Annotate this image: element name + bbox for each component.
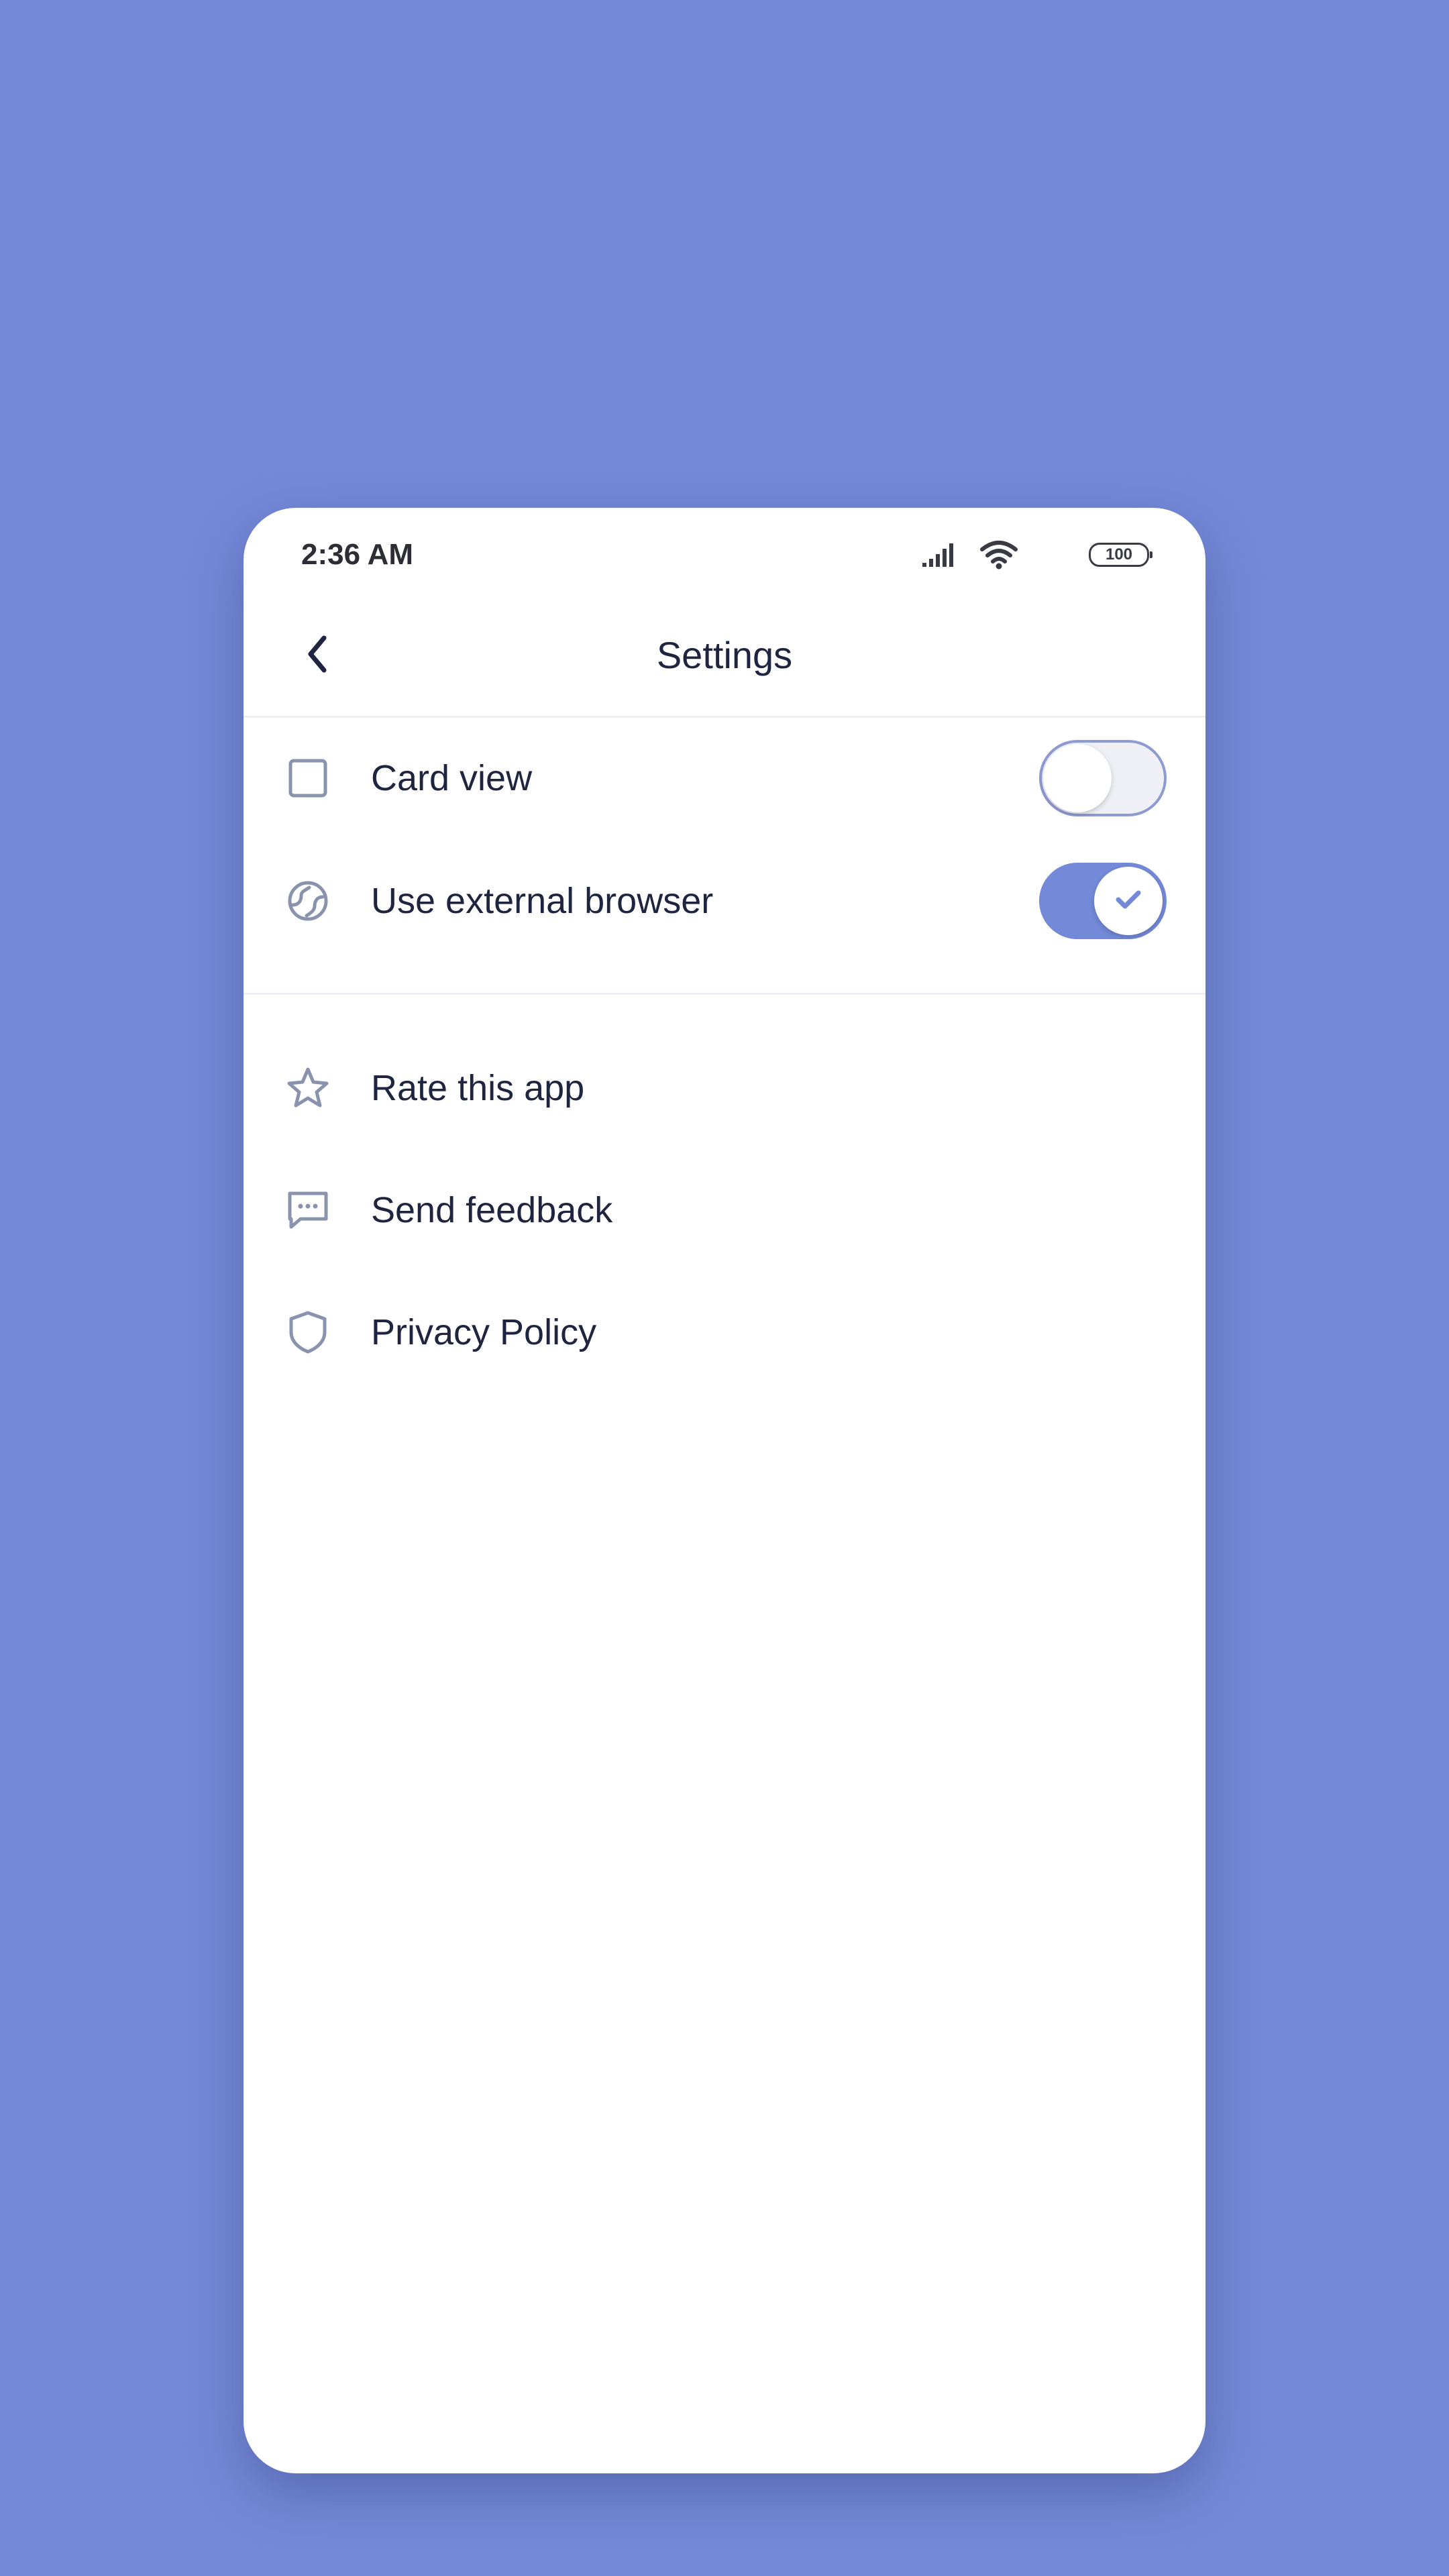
card-view-toggle[interactable] — [1039, 740, 1167, 816]
toggle-knob — [1094, 867, 1163, 935]
battery-icon: 100 — [1089, 543, 1152, 567]
status-icons: 100 — [867, 539, 1152, 573]
link-send-feedback[interactable]: Send feedback — [244, 1150, 1205, 1271]
link-rate-app[interactable]: Rate this app — [244, 1028, 1205, 1148]
status-time: 2:36 AM — [301, 538, 414, 571]
setting-card-view[interactable]: Card view — [244, 718, 1205, 839]
toggle-knob — [1043, 744, 1112, 812]
globe-icon — [281, 874, 335, 928]
square-icon — [281, 751, 335, 805]
star-icon — [281, 1061, 335, 1115]
external-browser-toggle[interactable] — [1039, 863, 1167, 939]
shield-icon — [281, 1305, 335, 1359]
link-label: Privacy Policy — [371, 1312, 597, 1352]
signal-icon — [921, 543, 957, 572]
page-title: Settings — [656, 634, 793, 676]
link-privacy-policy[interactable]: Privacy Policy — [244, 1272, 1205, 1393]
link-label: Rate this app — [371, 1068, 585, 1108]
section-divider — [244, 993, 1205, 995]
chat-icon — [281, 1183, 335, 1237]
setting-label: Card view — [371, 758, 533, 798]
setting-label: Use external browser — [371, 881, 714, 921]
check-icon — [1115, 889, 1142, 914]
link-label: Send feedback — [371, 1190, 613, 1230]
phone-screen: 2:36 AM 100 Settings Card view Use exter… — [244, 508, 1205, 2473]
setting-external-browser[interactable]: Use external browser — [244, 841, 1205, 961]
app-bar: Settings — [244, 595, 1205, 716]
chevron-left-icon — [304, 634, 331, 678]
status-bar: 2:36 AM 100 — [244, 508, 1205, 595]
wifi-icon — [980, 540, 1018, 573]
back-button[interactable] — [284, 622, 351, 689]
